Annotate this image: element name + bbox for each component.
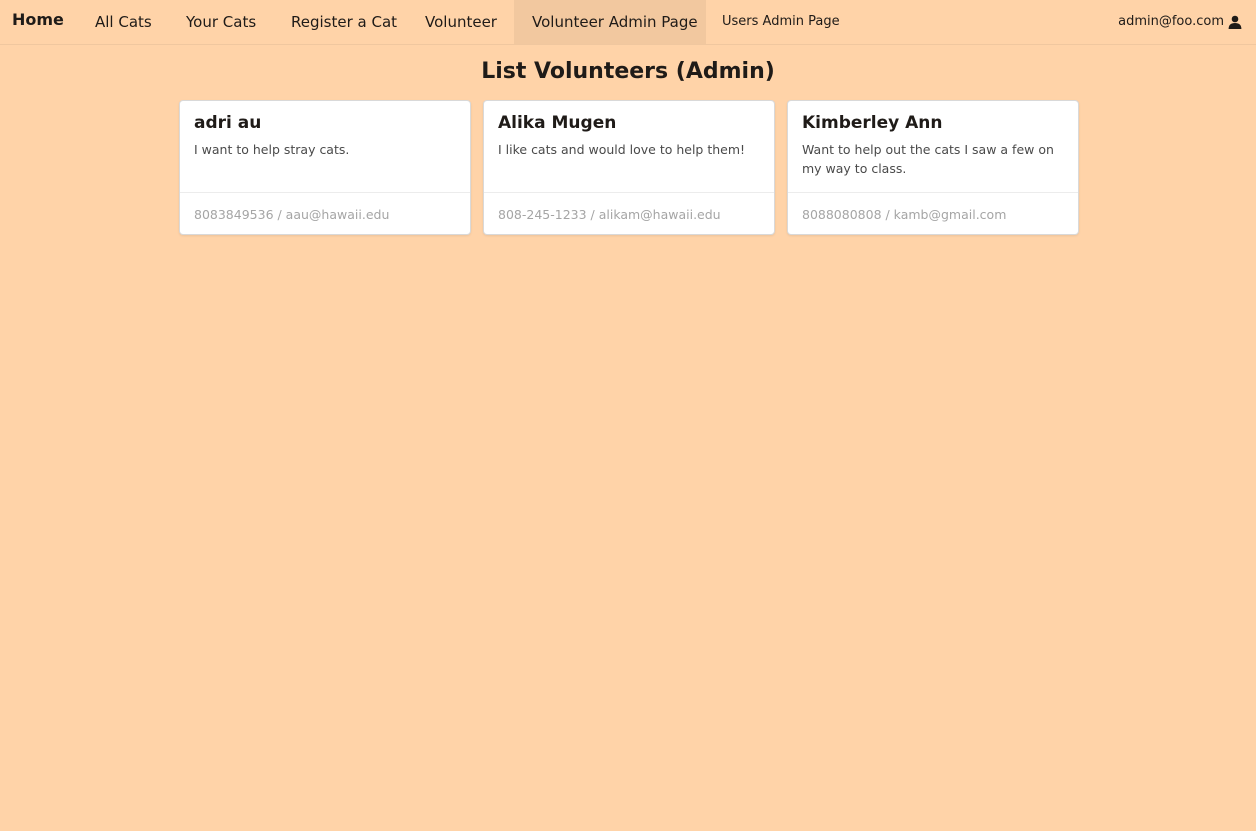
volunteer-contact: 8088080808 / kamb@gmail.com	[802, 207, 1007, 222]
nav-volunteer-admin-link[interactable]: Volunteer Admin Page	[514, 0, 706, 44]
user-menu-dropdown[interactable]: admin@foo.com	[1118, 0, 1242, 44]
user-icon	[1228, 15, 1242, 29]
nav-your-cats-link[interactable]: Your Cats	[186, 0, 256, 44]
volunteer-description: Want to help out the cats I saw a few on…	[802, 142, 1054, 176]
volunteer-contact: 808-245-1233 / alikam@hawaii.edu	[498, 207, 721, 222]
nav-all-cats-link[interactable]: All Cats	[95, 0, 152, 44]
volunteer-contact: 8083849536 / aau@hawaii.edu	[194, 207, 390, 222]
volunteer-name: Alika Mugen	[498, 113, 617, 133]
card-body: adri au I want to help stray cats.	[180, 101, 470, 193]
nav-register-cat-link[interactable]: Register a Cat	[291, 0, 397, 44]
nav-volunteer-link[interactable]: Volunteer	[425, 0, 497, 44]
nav-users-admin-link[interactable]: Users Admin Page	[722, 0, 840, 44]
card-body: Kimberley Ann Want to help out the cats …	[788, 101, 1078, 193]
volunteer-name: Kimberley Ann	[802, 113, 943, 133]
card-body: Alika Mugen I like cats and would love t…	[484, 101, 774, 193]
volunteer-name: adri au	[194, 113, 262, 133]
volunteer-description: I want to help stray cats.	[194, 142, 350, 157]
volunteer-card: Alika Mugen I like cats and would love t…	[483, 100, 775, 235]
volunteer-card-list: adri au I want to help stray cats. 80838…	[179, 100, 1079, 235]
user-email-label: admin@foo.com	[1118, 14, 1224, 29]
volunteer-description: I like cats and would love to help them!	[498, 142, 746, 157]
top-navbar: Home All Cats Your Cats Register a Cat V…	[0, 0, 1256, 45]
volunteer-card: adri au I want to help stray cats. 80838…	[179, 100, 471, 235]
nav-home-link[interactable]: Home	[12, 0, 64, 42]
volunteer-card: Kimberley Ann Want to help out the cats …	[787, 100, 1079, 235]
page-title: List Volunteers (Admin)	[481, 59, 775, 84]
